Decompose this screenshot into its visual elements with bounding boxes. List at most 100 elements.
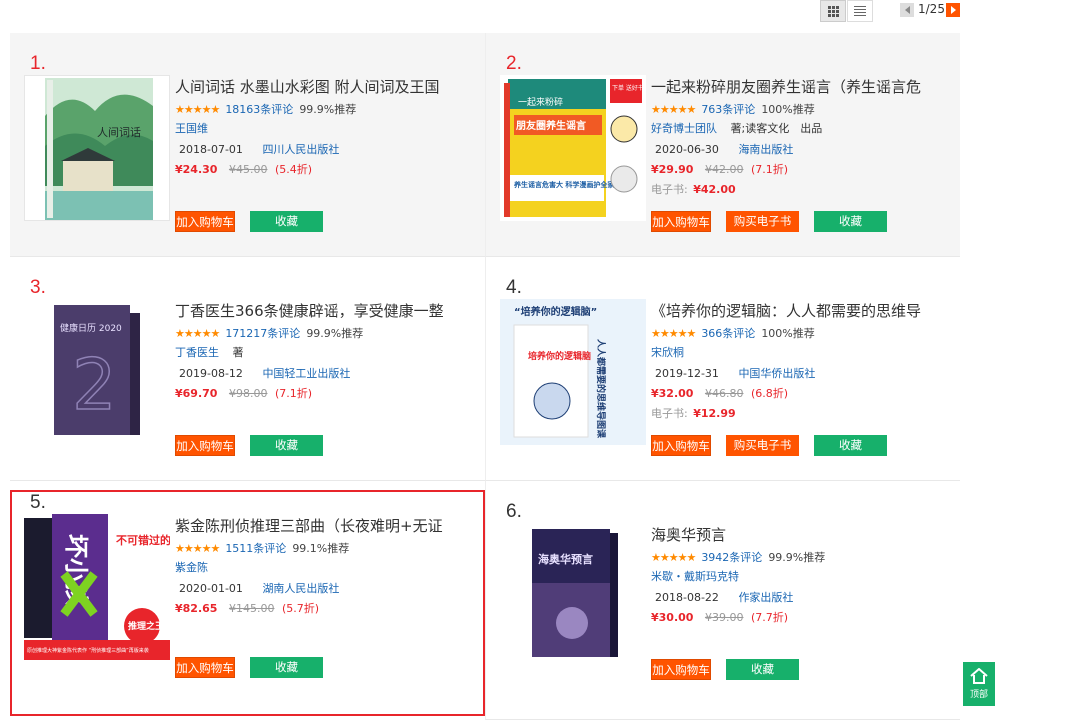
publisher-link[interactable]: 湖南人民出版社 bbox=[262, 582, 339, 595]
grid-view-button[interactable] bbox=[820, 0, 846, 22]
cover-book: 培养你的逻辑脑 bbox=[528, 350, 591, 362]
product-info: 海奥华预言 ★★★★★ 3942条评论 99.9%推荐 米歇・戴斯玛克特 201… bbox=[651, 524, 951, 628]
buy-ebook-button[interactable]: 购买电子书 bbox=[726, 435, 799, 456]
star-rating-icon: ★★★★★ bbox=[651, 550, 696, 564]
review-count-link[interactable]: 763条评论 bbox=[701, 101, 755, 117]
pager-next-button[interactable] bbox=[946, 3, 960, 17]
book-cover[interactable]: “培养你的逻辑脑” 培养你的逻辑脑 人人都需要的思维导图课 bbox=[500, 299, 646, 445]
price-line: ¥29.90 ¥42.00 (7.1折) bbox=[651, 160, 951, 180]
product-title[interactable]: 《培养你的逻辑脑：人人都需要的思维导 bbox=[651, 300, 951, 322]
action-buttons: 加入购物车 收藏 bbox=[175, 435, 323, 456]
product-title[interactable]: 海奥华预言 bbox=[651, 524, 951, 546]
favorite-button[interactable]: 收藏 bbox=[250, 211, 323, 232]
review-count-link[interactable]: 366条评论 bbox=[701, 325, 755, 341]
rating-line: ★★★★★ 763条评论 100%推荐 bbox=[651, 100, 951, 118]
star-rating-icon: ★★★★★ bbox=[651, 326, 696, 340]
original-price: ¥145.00 bbox=[228, 602, 275, 615]
review-count-link[interactable]: 3942条评论 bbox=[701, 549, 762, 565]
author-link[interactable]: 丁香医生 bbox=[175, 346, 219, 359]
product-item-selected: 5. 坏小孩 不可错过的 推理之王 原创推理大神紫金陈代表作 “刑侦推理三部曲”… bbox=[10, 490, 485, 716]
author-link[interactable]: 紫金陈 bbox=[175, 561, 208, 574]
cover-bottom: 养生谣言危害大 科学漫画护全家 bbox=[513, 180, 615, 189]
pager-indicator: 1/25 bbox=[918, 2, 945, 16]
review-count-link[interactable]: 1511条评论 bbox=[225, 540, 286, 556]
rank-number: 6. bbox=[506, 501, 522, 522]
publisher-link[interactable]: 四川人民出版社 bbox=[262, 143, 339, 156]
favorite-button[interactable]: 收藏 bbox=[250, 657, 323, 678]
add-to-cart-button[interactable]: 加入购物车 bbox=[175, 435, 235, 456]
star-rating-icon: ★★★★★ bbox=[175, 102, 220, 116]
book-cover[interactable]: 海奥华预言 bbox=[500, 523, 646, 669]
current-price: ¥32.00 bbox=[651, 387, 694, 400]
author-link[interactable]: 米歇・戴斯玛克特 bbox=[651, 570, 739, 583]
back-to-top-button[interactable]: 顶部 bbox=[963, 662, 995, 706]
chevron-left-icon bbox=[904, 6, 910, 14]
author-line: 王国维 bbox=[175, 118, 475, 139]
favorite-button[interactable]: 收藏 bbox=[814, 211, 887, 232]
add-to-cart-button[interactable]: 加入购物车 bbox=[175, 657, 235, 678]
publisher-link[interactable]: 海南出版社 bbox=[738, 143, 793, 156]
publish-date: 2020-01-01 bbox=[179, 582, 243, 595]
add-to-cart-button[interactable]: 加入购物车 bbox=[651, 211, 711, 232]
pager-prev-button[interactable] bbox=[900, 3, 914, 17]
author-link[interactable]: 宋欣桐 bbox=[651, 346, 684, 359]
add-to-cart-button[interactable]: 加入购物车 bbox=[651, 659, 711, 680]
product-info: 《培养你的逻辑脑：人人都需要的思维导 ★★★★★ 366条评论 100%推荐 宋… bbox=[651, 300, 951, 424]
current-price: ¥82.65 bbox=[175, 602, 218, 615]
author-line: 好奇博士团队 著;读客文化 出品 bbox=[651, 118, 951, 139]
publish-line: 2018-07-01 四川人民出版社 bbox=[175, 139, 475, 160]
add-to-cart-button[interactable]: 加入购物车 bbox=[175, 211, 235, 232]
publisher-link[interactable]: 作家出版社 bbox=[738, 591, 793, 604]
rating-line: ★★★★★ 18163条评论 99.9%推荐 bbox=[175, 100, 475, 118]
product-title[interactable]: 紫金陈刑侦推理三部曲（长夜难明+无证 bbox=[175, 515, 475, 537]
book-cover[interactable]: 坏小孩 不可错过的 推理之王 原创推理大神紫金陈代表作 “刑侦推理三部曲”再版来… bbox=[24, 514, 170, 660]
rating-line: ★★★★★ 1511条评论 99.1%推荐 bbox=[175, 539, 475, 557]
book-cover[interactable]: 一起来粉碎 朋友圈养生谣言 养生谣言危害大 科学漫画护全家 下单 送好书 bbox=[500, 75, 646, 221]
cover-title-text: 海奥华预言 bbox=[538, 552, 593, 566]
review-count-link[interactable]: 18163条评论 bbox=[225, 101, 293, 117]
ebook-label: 电子书: bbox=[651, 183, 688, 196]
author-link[interactable]: 王国维 bbox=[175, 122, 208, 135]
author-link[interactable]: 好奇博士团队 bbox=[651, 122, 717, 135]
book-cover[interactable]: 健康日历 2020 2 bbox=[24, 299, 170, 445]
action-buttons: 加入购物车 收藏 bbox=[175, 657, 323, 678]
add-to-cart-button[interactable]: 加入购物车 bbox=[651, 435, 711, 456]
cover-side: 人人都需要的思维导图课 bbox=[595, 338, 607, 439]
rating-line: ★★★★★ 3942条评论 99.9%推荐 bbox=[651, 548, 951, 566]
buy-ebook-button[interactable]: 购买电子书 bbox=[726, 211, 799, 232]
recommend-rate: 99.1%推荐 bbox=[292, 542, 350, 555]
product-item: 3. 健康日历 2020 2 丁香医生366条健康辟谣，享受健康一整 ★★★★★… bbox=[10, 257, 485, 481]
publisher-link[interactable]: 中国华侨出版社 bbox=[738, 367, 815, 380]
recommend-rate: 100%推荐 bbox=[761, 103, 815, 116]
original-price: ¥45.00 bbox=[228, 163, 268, 176]
recommend-rate: 99.9%推荐 bbox=[299, 103, 357, 116]
favorite-button[interactable]: 收藏 bbox=[726, 659, 799, 680]
cover-badge: 推理之王 bbox=[128, 620, 164, 632]
list-view-button[interactable] bbox=[847, 0, 873, 22]
product-list: 1. 人间词话 人间词话 水墨山水彩图 附人间词及王国 ★★★★★ 18163条… bbox=[10, 33, 960, 720]
product-title[interactable]: 丁香医生366条健康辟谣，享受健康一整 bbox=[175, 300, 475, 322]
rating-line: ★★★★★ 171217条评论 99.9%推荐 bbox=[175, 324, 475, 342]
recommend-rate: 99.9%推荐 bbox=[306, 327, 364, 340]
product-title[interactable]: 一起来粉碎朋友圈养生谣言（养生谣言危 bbox=[651, 76, 951, 98]
cover-title-text: 人间词话 bbox=[97, 126, 141, 139]
original-price: ¥46.80 bbox=[704, 387, 744, 400]
publisher-link[interactable]: 中国轻工业出版社 bbox=[262, 367, 350, 380]
cover-digit: 2 bbox=[72, 344, 117, 426]
product-info: 紫金陈刑侦推理三部曲（长夜难明+无证 ★★★★★ 1511条评论 99.1%推荐… bbox=[175, 515, 475, 619]
chevron-right-icon bbox=[950, 6, 956, 14]
ebook-price: ¥42.00 bbox=[693, 183, 736, 196]
favorite-button[interactable]: 收藏 bbox=[814, 435, 887, 456]
original-price: ¥42.00 bbox=[704, 163, 744, 176]
rank-number: 3. bbox=[30, 277, 46, 298]
cover-top: “培养你的逻辑脑” bbox=[514, 305, 597, 318]
favorite-button[interactable]: 收藏 bbox=[250, 435, 323, 456]
publish-date: 2018-08-22 bbox=[655, 591, 719, 604]
review-count-link[interactable]: 171217条评论 bbox=[225, 325, 300, 341]
book-cover[interactable]: 人间词话 bbox=[24, 75, 170, 221]
ebook-label: 电子书: bbox=[651, 407, 688, 420]
discount: (5.7折) bbox=[281, 602, 320, 615]
rank-number: 2. bbox=[506, 53, 522, 74]
product-title[interactable]: 人间词话 水墨山水彩图 附人间词及王国 bbox=[175, 76, 475, 98]
original-price: ¥98.00 bbox=[228, 387, 268, 400]
